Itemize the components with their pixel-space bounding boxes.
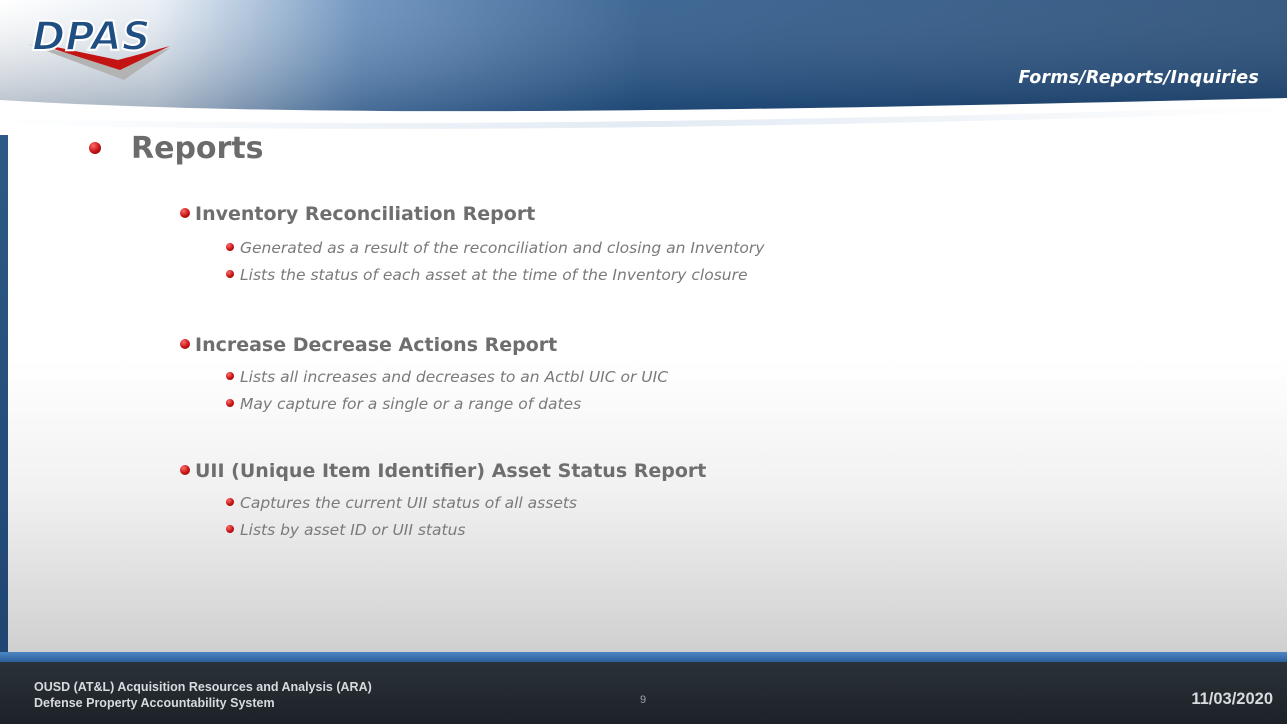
left-edge-band <box>0 120 8 655</box>
bullet-icon <box>226 524 234 533</box>
bullet-icon <box>226 242 234 251</box>
logo-text: DPAS <box>32 14 151 60</box>
footer-organization: OUSD (AT&L) Acquisition Resources and An… <box>34 679 372 711</box>
bullet-icon <box>180 207 190 218</box>
bullet-icon <box>226 497 234 506</box>
list-item: Lists all increases and decreases to an … <box>226 368 668 386</box>
group-title: Inventory Reconciliation Report <box>195 203 536 225</box>
group-title: UII (Unique Item Identifier) Asset Statu… <box>195 460 707 482</box>
bullet-icon <box>180 338 190 349</box>
list-item: Lists the status of each asset at the ti… <box>226 266 748 284</box>
bullet-icon <box>226 398 234 407</box>
section-title: Forms/Reports/Inquiries <box>1018 68 1259 88</box>
footer-org-line2: Defense Property Accountability System <box>34 696 275 710</box>
slide-header: DPAS Forms/Reports/Inquiries <box>0 0 1287 135</box>
list-item: Generated as a result of the reconciliat… <box>226 239 764 257</box>
main-bullet-icon <box>89 142 101 154</box>
group-title: Increase Decrease Actions Report <box>195 334 558 356</box>
list-item: May capture for a single or a range of d… <box>226 395 581 413</box>
list-item-text: Generated as a result of the reconciliat… <box>240 239 765 257</box>
footer-accent-line <box>0 652 1287 662</box>
list-item-text: Lists all increases and decreases to an … <box>240 368 669 386</box>
bullet-icon <box>226 371 234 380</box>
bullet-icon <box>180 464 190 475</box>
dpas-logo: DPAS <box>20 10 210 92</box>
slide: DPAS Forms/Reports/Inquiries Reports Inv… <box>0 0 1287 724</box>
report-title-uii: UII (Unique Item Identifier) Asset Statu… <box>180 460 706 482</box>
page-title: Reports <box>131 131 264 166</box>
list-item-text: May capture for a single or a range of d… <box>240 395 582 413</box>
list-item-text: Lists the status of each asset at the ti… <box>240 266 748 284</box>
footer-date: 11/03/2020 <box>1191 690 1273 708</box>
report-title-increase-decrease: Increase Decrease Actions Report <box>180 334 557 356</box>
report-title-inventory: Inventory Reconciliation Report <box>180 203 535 225</box>
page-number: 9 <box>640 694 647 706</box>
list-item-text: Lists by asset ID or UII status <box>240 521 466 539</box>
bullet-icon <box>226 269 234 278</box>
footer-org-line1: OUSD (AT&L) Acquisition Resources and An… <box>34 680 372 694</box>
list-item: Captures the current UII status of all a… <box>226 494 577 512</box>
slide-body-background <box>0 120 1287 652</box>
list-item: Lists by asset ID or UII status <box>226 521 465 539</box>
list-item-text: Captures the current UII status of all a… <box>240 494 578 512</box>
